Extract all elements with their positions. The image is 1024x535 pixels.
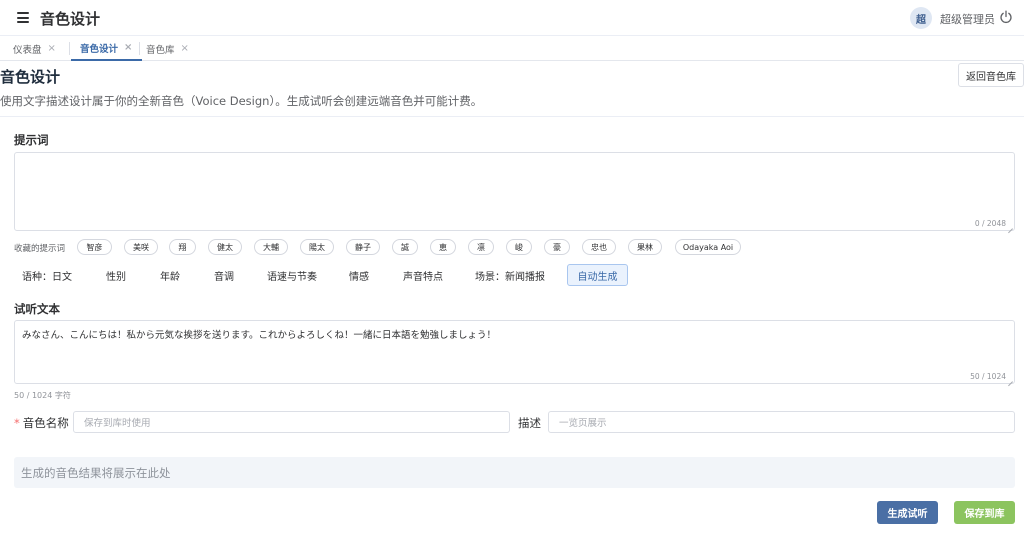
favorite-chip[interactable]: 智彦 [77,239,112,255]
prompt-label: 提示词 [14,133,49,147]
favorite-chip[interactable]: 静子 [346,239,380,255]
preview-text-label: 试听文本 [14,302,60,316]
preview-value: みなさん、こんにちは！私から元気な挨拶を送ります。これからよろしくね！一緒に日本… [22,330,497,341]
app-title: 音色设计 [40,10,101,28]
filter-age[interactable]: 年龄 [151,264,189,286]
favorite-chip[interactable]: 美咲 [124,239,158,255]
close-icon[interactable]: × [124,42,132,53]
voice-name-input[interactable]: 保存到库时使用 [73,411,510,433]
filter-voice-traits[interactable]: 声音特点 [395,264,451,286]
voice-name-label: * 音色名称 [14,415,69,431]
voice-name-label-text: 音色名称 [22,416,69,430]
divider [0,116,1024,117]
description-input[interactable]: 一览页展示 [548,411,1015,433]
page-title: 音色设计 [0,68,61,86]
close-icon[interactable]: × [48,43,56,54]
required-mark: * [14,416,20,430]
favorite-chip[interactable]: 翔 [169,239,196,255]
prompt-counter: 0 / 2048 [974,219,1006,228]
favorites-label: 收藏的提示词 [14,244,66,254]
avatar[interactable]: 超 [910,7,932,29]
filter-language[interactable]: 语种：日文 [14,264,80,286]
user-name[interactable]: 超级管理员 [940,11,995,27]
favorite-chip[interactable]: 健太 [208,239,242,255]
tab-voice-design[interactable]: 音色设计 × [71,36,143,61]
back-to-library-button[interactable]: 返回音色库 [958,63,1024,87]
filter-gender[interactable]: 性别 [97,264,135,286]
favorite-chip[interactable]: 恵 [430,239,456,255]
favorite-chip[interactable]: 豪 [544,239,570,255]
generate-preview-button[interactable]: 生成试听 [877,501,938,524]
description-label: 描述 [518,416,541,430]
favorite-chip[interactable]: 大輔 [254,239,288,255]
page-description: 使用文字描述设计属于你的全新音色（Voice Design）。生成试听会创建远端… [0,94,483,108]
char-count: 50 / 1024 字符 [14,391,71,400]
favorite-chip[interactable]: 峻 [506,239,532,255]
prompt-textarea[interactable]: 0 / 2048 [14,152,1015,231]
hamburger-icon[interactable] [17,12,29,23]
tab-divider [69,42,70,55]
favorite-chip[interactable]: 誠 [392,239,418,255]
tab-divider [139,42,140,55]
resize-handle-icon[interactable] [1007,223,1013,229]
filter-speed[interactable]: 语速与节奏 [259,264,325,286]
tab-voice-library[interactable]: 音色库 × [146,36,189,61]
tab-dashboard[interactable]: 仪表盘 × [13,36,56,61]
tab-label: 音色库 [146,44,175,56]
favorite-chip[interactable]: 陽太 [300,239,334,255]
favorite-chip[interactable]: 果林 [628,239,662,255]
tab-label: 仪表盘 [13,44,42,56]
tab-bar: 仪表盘 × 音色设计 × 音色库 × [0,36,1024,61]
filter-emotion[interactable]: 情感 [340,264,378,286]
power-icon[interactable] [999,10,1013,24]
save-to-library-button[interactable]: 保存到库 [954,501,1015,524]
preview-counter: 50 / 1024 [970,372,1006,381]
filter-pitch[interactable]: 音调 [205,264,243,286]
favorite-chip[interactable]: 忠也 [582,239,616,255]
preview-textarea[interactable]: みなさん、こんにちは！私から元気な挨拶を送ります。これからよろしくね！一緒に日本… [14,320,1015,384]
tab-label: 音色设计 [80,43,119,55]
filter-scene[interactable]: 场景：新闻播报 [469,264,551,286]
result-placeholder: 生成的音色结果将展示在此处 [14,457,1015,488]
close-icon[interactable]: × [181,43,189,54]
resize-handle-icon[interactable] [1007,376,1013,382]
favorite-chip[interactable]: 凛 [468,239,494,255]
top-bar: 音色设计 超 超级管理员 [0,0,1024,36]
filter-auto-generate[interactable]: 自动生成 [567,264,628,286]
favorite-chip[interactable]: Odayaka Aoi [675,239,741,255]
